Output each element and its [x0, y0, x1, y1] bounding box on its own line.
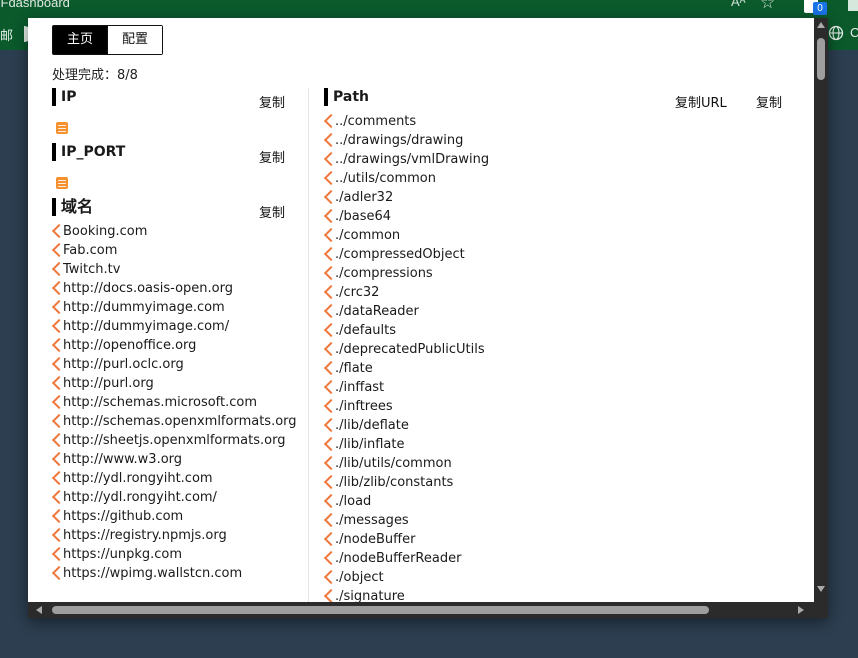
path-list-item[interactable]: ./messages [324, 511, 794, 530]
path-list-item[interactable]: ./lib/deflate [324, 416, 794, 435]
path-copy-url-button[interactable]: 复制URL [675, 92, 727, 111]
path-list-item[interactable]: ./common [324, 226, 794, 245]
domain-section-header: 域名 复制 [52, 198, 292, 222]
path-list-item[interactable]: ./lib/utils/common [324, 454, 794, 473]
domain-list-item[interactable]: https://wpimg.wallstcn.com [52, 564, 292, 583]
path-list-item[interactable]: ./inftrees [324, 397, 794, 416]
domain-list-item[interactable]: http://dummyimage.com [52, 298, 292, 317]
empty-list-icon [56, 177, 68, 189]
domain-list-item[interactable]: http://sheetjs.openxmlformats.org [52, 431, 292, 450]
path-list-item[interactable]: ./object [324, 568, 794, 587]
domain-list-item[interactable]: http://www.w3.org [52, 450, 292, 469]
path-list-item[interactable]: ../comments [324, 112, 794, 131]
path-copy-button[interactable]: 复制 [756, 92, 782, 111]
path-list-item[interactable]: ./base64 [324, 207, 794, 226]
domain-list-item[interactable]: https://unpkg.com [52, 545, 292, 564]
path-list-item[interactable]: ./compressions [324, 264, 794, 283]
domain-list-item[interactable]: http://purl.org [52, 374, 292, 393]
scroll-right-arrow-icon[interactable] [798, 606, 804, 614]
domain-list-item[interactable]: http://ydl.rongyiht.com [52, 469, 292, 488]
domain-list-item[interactable]: http://dummyimage.com/ [52, 317, 292, 336]
bookmark-c[interactable]: C [850, 25, 858, 40]
path-list-item[interactable]: ./compressedObject [324, 245, 794, 264]
path-list-item[interactable]: ../utils/common [324, 169, 794, 188]
path-list-item[interactable]: ./defaults [324, 321, 794, 340]
path-list-item[interactable]: ./load [324, 492, 794, 511]
domain-list-item[interactable]: Booking.com [52, 222, 292, 241]
ip-copy-button[interactable]: 复制 [259, 92, 285, 111]
horizontal-scroll-thumb[interactable] [52, 606, 709, 614]
path-list-item[interactable]: ./adler32 [324, 188, 794, 207]
domain-list-item[interactable]: http://openoffice.org [52, 336, 292, 355]
horizontal-scrollbar[interactable] [28, 602, 828, 618]
scrollbar-corner [814, 602, 828, 618]
right-column: Path 复制URL 复制 ../comments ../drawings/dra… [324, 88, 794, 602]
path-list-item[interactable]: ./flate [324, 359, 794, 378]
vertical-scrollbar[interactable] [814, 18, 828, 602]
domain-list-item[interactable]: http://schemas.openxmlformats.org [52, 412, 297, 431]
empty-list-icon [56, 122, 68, 134]
vertical-scroll-thumb[interactable] [817, 38, 825, 80]
status-text: 处理完成：8/8 [52, 68, 138, 83]
path-list-item[interactable]: ../drawings/vmlDrawing [324, 150, 794, 169]
path-list-item[interactable]: ./crc32 [324, 283, 794, 302]
path-list-item[interactable]: ./lib/zlib/constants [324, 473, 794, 492]
bookmark-mail[interactable]: 邮 [0, 25, 13, 44]
path-list-item[interactable]: ./signature [324, 587, 794, 602]
extension-badge: 0 [813, 2, 827, 15]
domain-list-item[interactable]: http://purl.oclc.org [52, 355, 292, 374]
domain-list-item[interactable]: https://github.com [52, 507, 292, 526]
column-divider [308, 88, 309, 602]
domain-list-item[interactable]: http://docs.oasis-open.org [52, 279, 292, 298]
path-list-item[interactable]: ./nodeBufferReader [324, 549, 794, 568]
domain-list-item[interactable]: http://ydl.rongyiht.com/ [52, 488, 292, 507]
path-list-item[interactable]: ./nodeBuffer [324, 530, 794, 549]
left-column: IP 复制 IP_PORT 复制 域名 复制 Booking.com Fab.co… [52, 88, 297, 583]
globe-icon[interactable] [828, 25, 844, 41]
path-section-title: Path [324, 88, 369, 106]
ip-section-title: IP [52, 88, 76, 106]
ip-section-header: IP 复制 [52, 88, 292, 112]
ip-port-section-title: IP_PORT [52, 143, 125, 161]
tab-bar: 主页 配置 [52, 25, 164, 55]
ip-port-section-header: IP_PORT 复制 [52, 143, 292, 167]
domain-section-title: 域名 [52, 198, 93, 216]
bookmark-star-icon[interactable]: ☆ [760, 0, 775, 13]
tab-config[interactable]: 配置 [107, 26, 163, 54]
scroll-up-arrow-icon[interactable] [817, 22, 825, 28]
domain-copy-button[interactable]: 复制 [259, 202, 285, 221]
scroll-down-arrow-icon[interactable] [817, 586, 825, 592]
domain-list: Booking.com Fab.com Twitch.tv http://docs.o… [52, 222, 297, 583]
domain-list-item[interactable]: https://registry.npmjs.org [52, 526, 292, 545]
ip-port-copy-button[interactable]: 复制 [259, 147, 285, 166]
path-list-item[interactable]: ./dataReader [324, 302, 794, 321]
scroll-left-arrow-icon[interactable] [36, 606, 42, 614]
popup-content: 主页 配置 处理完成：8/8 IP 复制 IP_PORT 复制 域名 复制 Bo… [28, 18, 814, 602]
domain-list-item[interactable]: http://schemas.microsoft.com [52, 393, 292, 412]
path-list-item[interactable]: ./deprecatedPublicUtils [324, 340, 794, 359]
domain-list-item[interactable]: Twitch.tv [52, 260, 292, 279]
reader-mode-icon[interactable]: Aᴬ [731, 0, 746, 9]
tab-home[interactable]: 主页 [53, 26, 108, 54]
path-list-item[interactable]: ./lib/inflate [324, 435, 794, 454]
path-list: ../comments ../drawings/drawing ../drawing… [324, 112, 794, 602]
browser-tab-strip: zFdashboard Aᴬ ☆ 0 [0, 0, 858, 17]
browser-tab-title[interactable]: zFdashboard [0, 0, 70, 10]
domain-list-item[interactable]: Fab.com [52, 241, 292, 260]
path-list-item[interactable]: ../drawings/drawing [324, 131, 794, 150]
path-section-header: Path 复制URL 复制 [324, 88, 794, 112]
extension-popup: 主页 配置 处理完成：8/8 IP 复制 IP_PORT 复制 域名 复制 Bo… [28, 18, 828, 618]
path-list-item[interactable]: ./inffast [324, 378, 794, 397]
browser-menu-edge[interactable] [848, 0, 858, 11]
